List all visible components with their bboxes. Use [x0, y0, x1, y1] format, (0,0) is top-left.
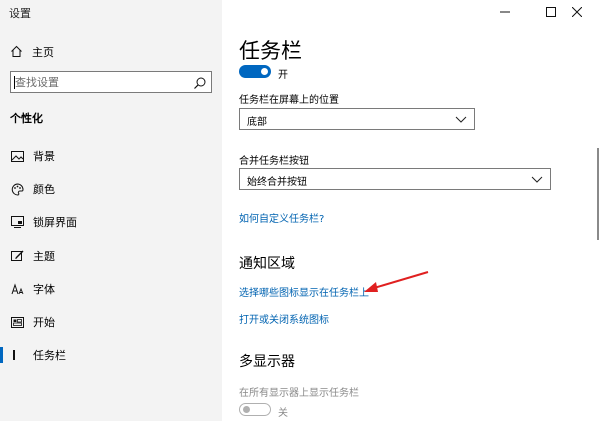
- chevron-down-icon: [531, 176, 543, 183]
- toggle-knob: [243, 406, 250, 413]
- taskbar-toggle[interactable]: [239, 65, 271, 78]
- combine-buttons-label: 合并任务栏按钮: [239, 156, 309, 167]
- search-icon[interactable]: [193, 75, 207, 94]
- picture-icon: [10, 149, 24, 163]
- notification-area-heading: 通知区域: [239, 256, 295, 272]
- sidebar-item-label: 任务栏: [33, 349, 66, 362]
- sidebar: 设置 主页 个性化 背景 颜色 锁屏界面 主题: [0, 0, 222, 421]
- close-icon: [572, 7, 582, 17]
- sidebar-item-label: 字体: [33, 283, 55, 296]
- minimize-icon: [500, 11, 510, 13]
- close-button[interactable]: [554, 0, 600, 24]
- sidebar-home[interactable]: 主页: [10, 43, 54, 61]
- select-taskbar-icons-link[interactable]: 选择哪些图标显示在任务栏上: [239, 284, 369, 299]
- scrollbar[interactable]: [597, 148, 599, 240]
- sidebar-item-label: 锁屏界面: [33, 216, 77, 229]
- multi-display-heading: 多显示器: [239, 354, 295, 370]
- sidebar-item-lock-screen[interactable]: 锁屏界面: [0, 210, 222, 234]
- toggle-knob: [261, 68, 268, 75]
- section-title: 个性化: [10, 112, 43, 125]
- sidebar-item-label: 开始: [33, 316, 55, 329]
- palette-icon: [10, 182, 24, 196]
- multi-display-state-label: 关: [278, 408, 288, 419]
- app-title: 设置: [9, 7, 31, 20]
- sidebar-item-taskbar[interactable]: 任务栏: [0, 343, 222, 367]
- annotation-arrow-icon: [364, 271, 429, 292]
- search-input[interactable]: [15, 73, 185, 91]
- sidebar-item-start[interactable]: 开始: [0, 310, 222, 334]
- taskbar-icon: [10, 348, 24, 362]
- toggle-state-label: 开: [278, 70, 288, 81]
- home-label: 主页: [32, 46, 54, 59]
- chevron-down-icon: [455, 116, 467, 123]
- sidebar-item-themes[interactable]: 主题: [0, 244, 222, 268]
- theme-brush-icon: [10, 249, 24, 263]
- position-dropdown[interactable]: 底部: [239, 108, 475, 130]
- start-icon: [10, 315, 24, 329]
- position-value: 底部: [247, 117, 267, 128]
- position-label: 任务栏在屏幕上的位置: [239, 95, 339, 106]
- sidebar-item-colors[interactable]: 颜色: [0, 177, 222, 201]
- multi-display-label: 在所有显示器上显示任务栏: [239, 388, 359, 399]
- sidebar-item-label: 主题: [33, 250, 55, 263]
- multi-display-toggle[interactable]: [239, 403, 271, 416]
- combine-buttons-dropdown[interactable]: 始终合并按钮: [239, 168, 551, 190]
- combine-buttons-value: 始终合并按钮: [247, 177, 307, 188]
- system-icons-link[interactable]: 打开或关闭系统图标: [239, 311, 329, 326]
- sidebar-item-background[interactable]: 背景: [0, 144, 222, 168]
- search-box[interactable]: [10, 71, 212, 93]
- sidebar-item-label: 颜色: [33, 183, 55, 196]
- customize-taskbar-link[interactable]: 如何自定义任务栏?: [239, 210, 324, 225]
- sidebar-item-label: 背景: [33, 150, 55, 163]
- home-icon: [10, 43, 23, 62]
- page-title: 任务栏: [239, 39, 302, 63]
- minimize-button[interactable]: [482, 0, 528, 24]
- font-icon: [10, 282, 24, 296]
- sidebar-item-fonts[interactable]: 字体: [0, 277, 222, 301]
- lock-screen-icon: [10, 215, 24, 229]
